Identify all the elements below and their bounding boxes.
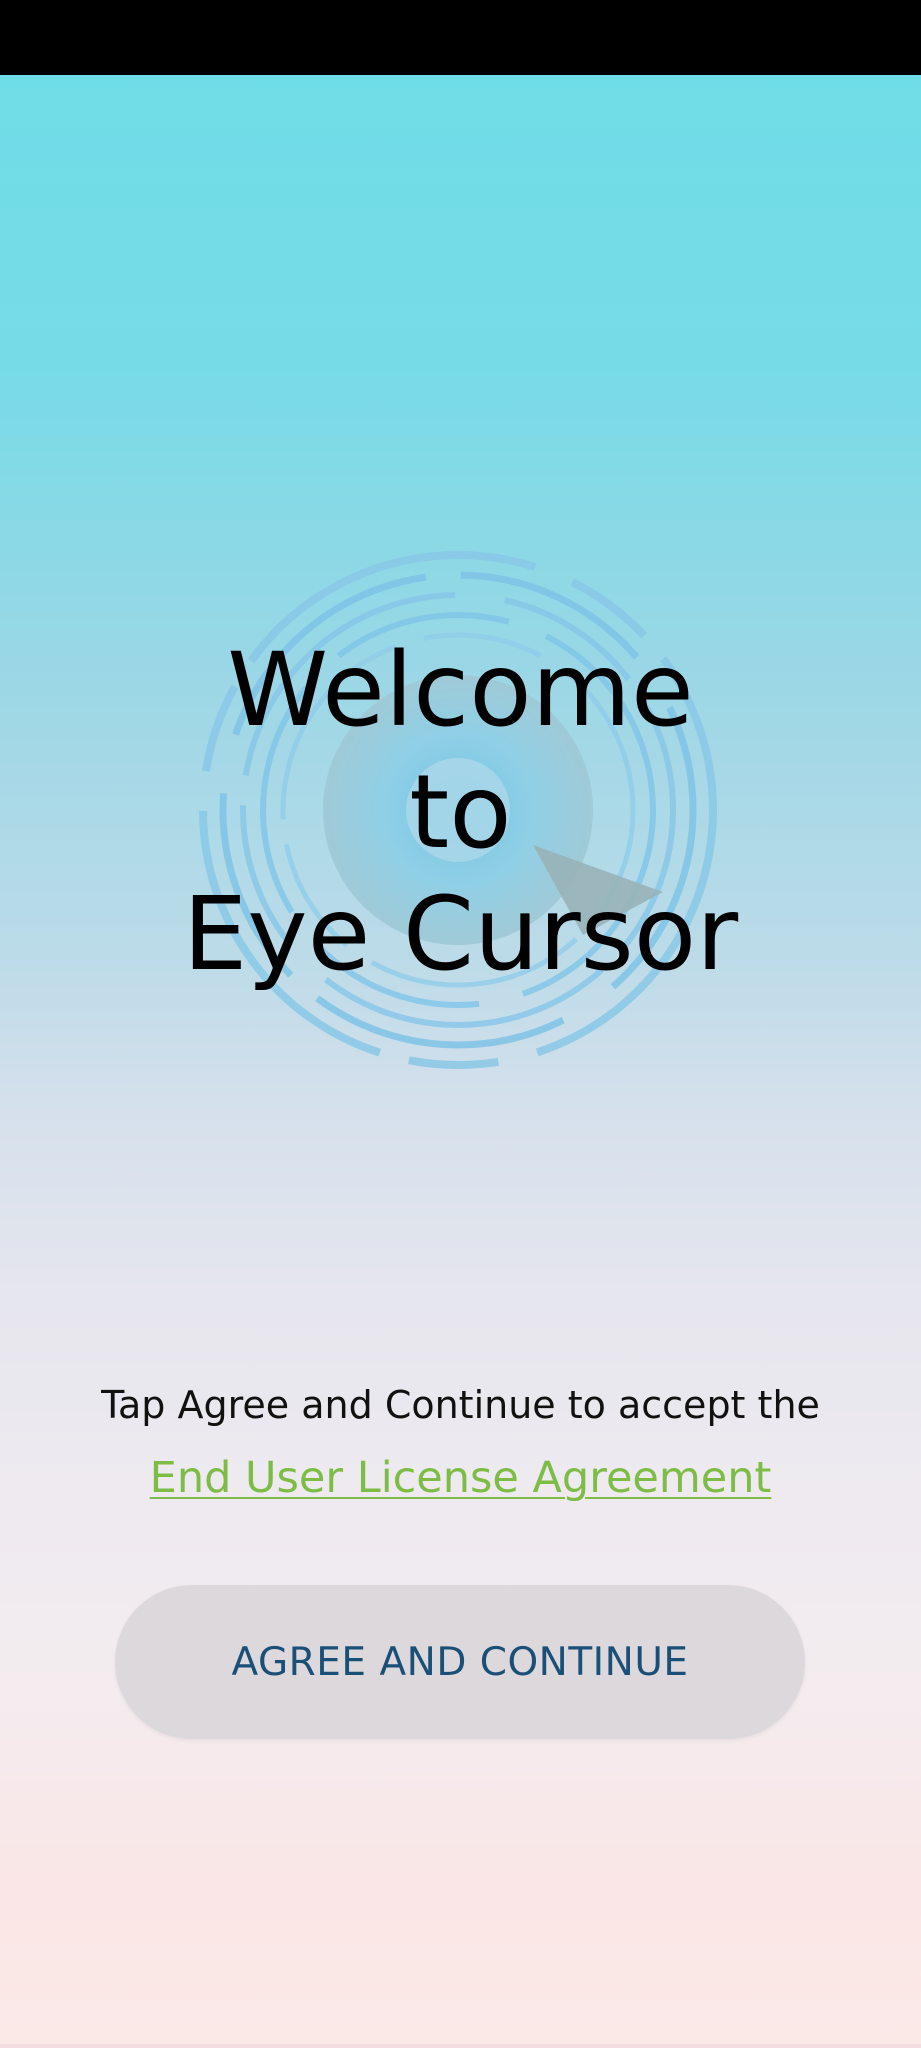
agree-and-continue-button[interactable]: AGREE AND CONTINUE	[115, 1585, 805, 1739]
welcome-line-2: to	[409, 753, 512, 872]
status-bar	[0, 0, 921, 75]
welcome-title: Welcome to Eye Cursor	[0, 630, 921, 996]
navigation-bar	[0, 2044, 921, 2048]
welcome-line-1: Welcome	[227, 631, 694, 750]
eula-link-row: End User License Agreement	[0, 1450, 921, 1506]
app-screen: Welcome to Eye Cursor Tap Agree and Cont…	[0, 0, 921, 2048]
welcome-line-3: Eye Cursor	[182, 875, 739, 994]
eula-link[interactable]: End User License Agreement	[150, 1453, 772, 1503]
consent-text: Tap Agree and Continue to accept the	[101, 1383, 820, 1427]
